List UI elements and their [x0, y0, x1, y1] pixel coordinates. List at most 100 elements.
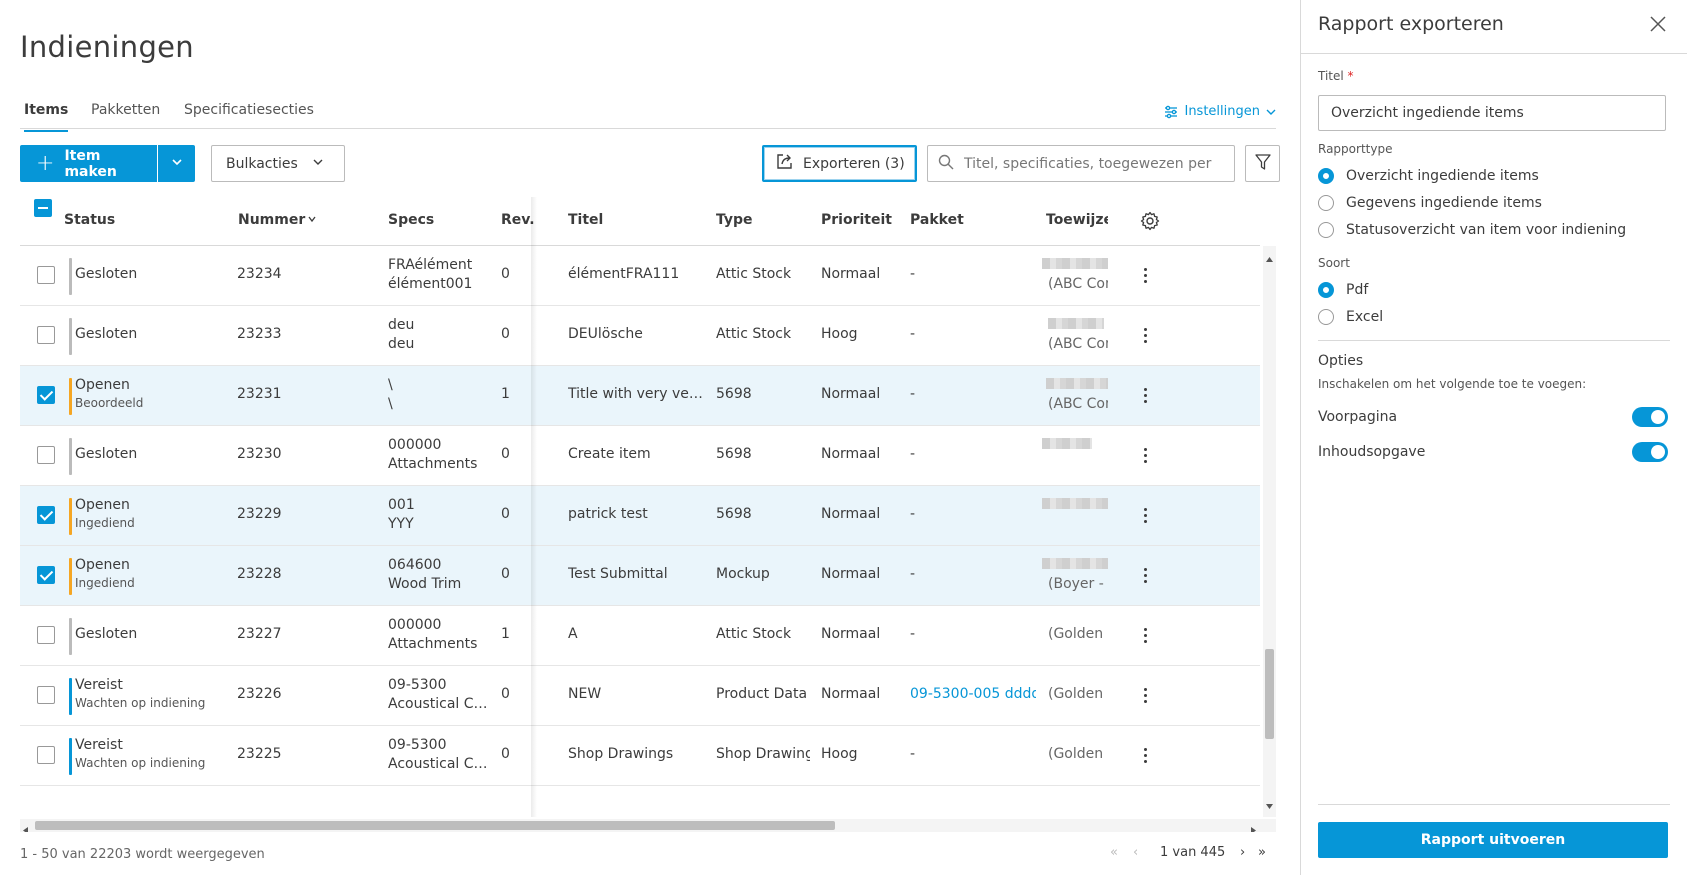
item-type: Attic Stock [716, 326, 792, 342]
radio-selected[interactable] [1318, 282, 1334, 298]
settings-link[interactable]: Instellingen [1164, 104, 1276, 119]
column-header-status[interactable]: Status [64, 212, 115, 228]
row-checkbox[interactable] [37, 626, 55, 644]
spec-code: FRAélément [388, 257, 473, 273]
cover-page-toggle[interactable] [1632, 407, 1668, 427]
row-checkbox[interactable] [37, 746, 55, 764]
table-row[interactable]: Gesloten 23230 000000 Attachments 0 Create it… [20, 426, 1260, 486]
row-checkbox[interactable] [37, 446, 55, 464]
horizontal-scroll-thumb[interactable] [35, 821, 835, 830]
row-checkbox[interactable] [37, 266, 55, 284]
tab-packages[interactable]: Pakketten [91, 102, 160, 118]
row-menu-icon[interactable] [1144, 446, 1148, 470]
horizontal-scrollbar[interactable] [20, 819, 1276, 832]
tab-items[interactable]: Items [24, 102, 69, 132]
table-row[interactable]: Vereist Wachten op indiening 23225 09-5300 A… [20, 726, 1260, 786]
row-menu-icon[interactable] [1144, 626, 1148, 650]
column-header-priority[interactable]: Prioriteit [821, 212, 892, 228]
first-page-icon[interactable]: « [1110, 845, 1118, 860]
table-row[interactable]: Openen Ingediend 23229 001 YYY 0 patrick test 5… [20, 486, 1260, 546]
scroll-up-icon[interactable] [1266, 250, 1273, 266]
status-text: Openen [75, 497, 130, 513]
column-header-specs[interactable]: Specs [388, 212, 434, 228]
report-type-option-status[interactable]: Statusoverzicht van item voor indiening [1318, 222, 1626, 238]
report-title-input[interactable]: Overzicht ingediende items [1318, 95, 1666, 131]
search-input[interactable] [964, 155, 1224, 172]
row-checkbox[interactable] [37, 326, 55, 344]
item-number: 23228 [237, 566, 282, 582]
kind-option-excel[interactable]: Excel [1318, 309, 1383, 325]
package-value: - [910, 326, 916, 342]
scroll-right-icon[interactable] [1251, 822, 1256, 832]
substatus-text: Wachten op indiening [75, 696, 206, 710]
column-header-title[interactable]: Titel [568, 212, 603, 228]
row-checkbox[interactable] [37, 566, 55, 584]
assignee-company: (ABC Com [1048, 336, 1108, 352]
revision: 0 [501, 446, 510, 462]
report-type-option-summary[interactable]: Overzicht ingediende items [1318, 168, 1539, 184]
vertical-scrollbar[interactable] [1263, 246, 1276, 817]
radio-selected[interactable] [1318, 168, 1334, 184]
table-row[interactable]: Gesloten 23234 FRAélément élément001 0 élémen… [20, 246, 1260, 306]
row-checkbox[interactable] [37, 506, 55, 524]
filter-button[interactable] [1245, 145, 1280, 182]
item-title: DEUlösche [568, 326, 643, 342]
table-row[interactable]: Openen Beoordeeld 23231 \ \ 1 Title with very … [20, 366, 1260, 426]
column-header-number[interactable]: Nummer [238, 212, 317, 228]
package-value: - [910, 626, 916, 642]
radio-unselected[interactable] [1318, 222, 1334, 238]
radio-unselected[interactable] [1318, 195, 1334, 211]
vertical-scroll-thumb[interactable] [1265, 649, 1274, 739]
create-item-button[interactable]: + Item maken [20, 145, 157, 182]
last-page-icon[interactable]: » [1258, 845, 1266, 860]
create-item-menu-button[interactable] [158, 145, 195, 182]
package-link[interactable]: 09-5300-005 dddd [910, 686, 1036, 702]
column-settings-gear-icon[interactable] [1140, 211, 1160, 235]
column-header-package[interactable]: Pakket [910, 212, 964, 228]
export-button[interactable]: Exporteren (3) [762, 145, 917, 182]
column-header-type[interactable]: Type [716, 212, 753, 228]
kind-option-pdf[interactable]: Pdf [1318, 282, 1368, 298]
spec-code: 064600 [388, 557, 442, 573]
table-row[interactable]: Gesloten 23227 000000 Attachments 1 A Attic St… [20, 606, 1260, 666]
row-menu-icon[interactable] [1144, 266, 1148, 290]
status-text: Openen [75, 377, 130, 393]
status-color-bar [69, 258, 72, 295]
row-checkbox[interactable] [37, 686, 55, 704]
search-box [927, 145, 1235, 182]
status-text: Gesloten [75, 446, 138, 462]
run-report-button[interactable]: Rapport uitvoeren [1318, 822, 1668, 858]
status-text: Gesloten [75, 266, 138, 282]
row-checkbox[interactable] [37, 386, 55, 404]
status-text: Openen [75, 557, 130, 573]
item-type: 5698 [716, 506, 752, 522]
column-header-rev[interactable]: Rev. [501, 212, 535, 228]
column-header-assignee[interactable]: Toewijzen [1046, 212, 1108, 228]
radio-unselected[interactable] [1318, 309, 1334, 325]
next-page-icon[interactable]: › [1240, 845, 1245, 860]
row-menu-icon[interactable] [1144, 326, 1148, 350]
report-type-option-details[interactable]: Gegevens ingediende items [1318, 195, 1542, 211]
row-menu-icon[interactable] [1144, 386, 1148, 410]
row-menu-icon[interactable] [1144, 746, 1148, 770]
table-of-contents-toggle[interactable] [1632, 442, 1668, 462]
table-row[interactable]: Openen Ingediend 23228 064600 Wood Trim 0 Test… [20, 546, 1260, 606]
scroll-down-icon[interactable] [1266, 797, 1273, 813]
table-row[interactable]: Vereist Wachten op indiening 23226 09-5300 A… [20, 666, 1260, 726]
status-color-bar [69, 558, 72, 595]
bulk-actions-button[interactable]: Bulkacties [211, 145, 345, 182]
tab-spec-sections[interactable]: Specificatiesecties [184, 102, 314, 118]
table-row[interactable]: Gesloten 23233 deu deu 0 DEUlösche Attic Stock… [20, 306, 1260, 366]
item-number: 23225 [237, 746, 282, 762]
close-icon[interactable] [1648, 14, 1668, 34]
prev-page-icon[interactable]: ‹ [1133, 845, 1138, 860]
tab-bar: Items Pakketten Specificatiesecties Inst… [20, 92, 1276, 132]
toggle-label: Voorpagina [1318, 409, 1398, 425]
row-menu-icon[interactable] [1144, 566, 1148, 590]
spec-name: YYY [388, 516, 414, 532]
row-menu-icon[interactable] [1144, 506, 1148, 530]
row-menu-icon[interactable] [1144, 686, 1148, 710]
select-all-checkbox[interactable] [34, 199, 52, 217]
plus-icon: + [36, 150, 55, 176]
scroll-left-icon[interactable] [23, 822, 28, 832]
